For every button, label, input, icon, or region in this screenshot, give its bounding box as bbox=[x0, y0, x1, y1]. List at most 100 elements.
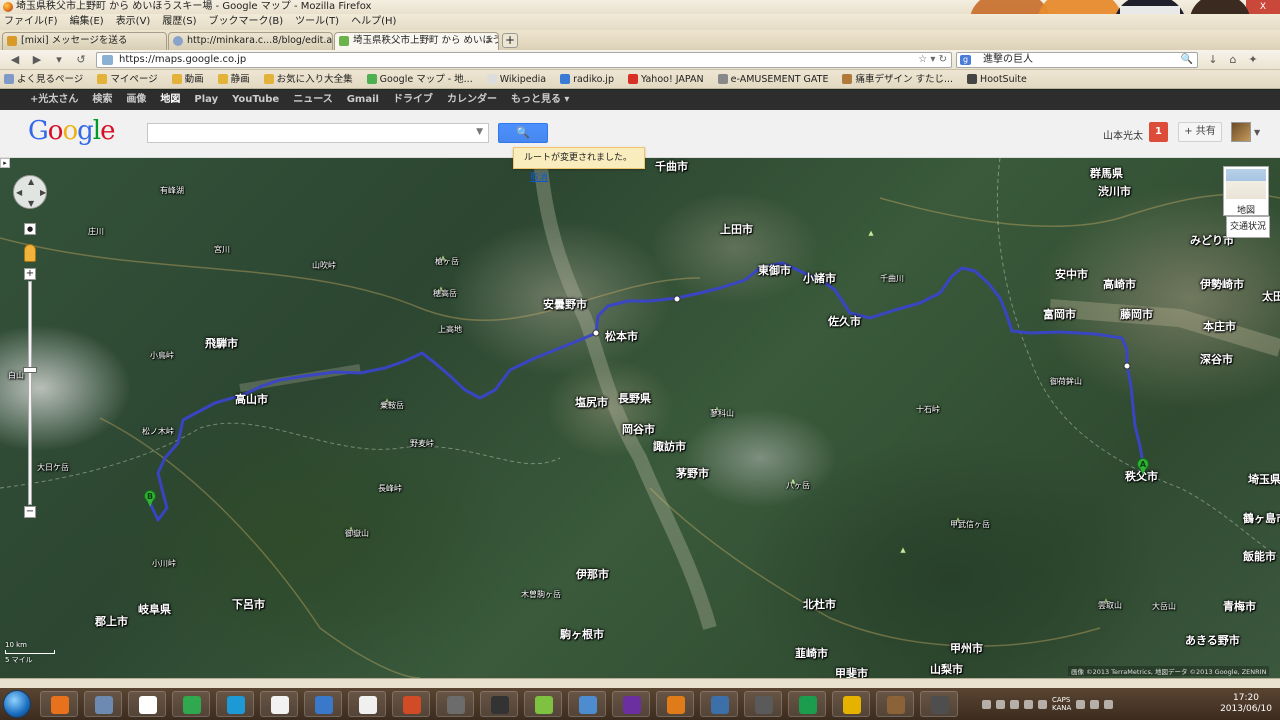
addon-icon[interactable]: ✦ bbox=[1244, 52, 1262, 68]
taskbar-app-button[interactable] bbox=[700, 691, 738, 717]
bookmark-item[interactable]: よく見るページ bbox=[4, 70, 83, 88]
tab-google-maps[interactable]: 埼玉県秩父市上野町 から めいほうス... × bbox=[334, 32, 499, 50]
taskbar-app-button[interactable] bbox=[612, 691, 650, 717]
google-bar-item[interactable]: ドライブ bbox=[393, 90, 433, 110]
taskbar-clock[interactable]: 17:20 2013/06/10 bbox=[1216, 693, 1276, 715]
menu-edit[interactable]: 編集(E) bbox=[70, 14, 104, 30]
bookmark-item[interactable]: Yahoo! JAPAN bbox=[627, 70, 704, 88]
google-bar-item[interactable]: Play bbox=[194, 90, 218, 110]
zoom-slider-thumb[interactable] bbox=[23, 367, 37, 373]
tray-icon[interactable] bbox=[982, 699, 991, 709]
map-canvas[interactable]: 千曲市 群馬県 渋川市 上田市 みどり市 東御市 小諸市 安中市 高崎市 伊勢崎市 安曇野市 佐久市藤… bbox=[0, 158, 1280, 678]
menu-tools[interactable]: ツール(T) bbox=[295, 14, 339, 30]
site-identity-icon[interactable] bbox=[102, 55, 113, 65]
maps-search-button[interactable]: 🔍 bbox=[498, 123, 548, 143]
tray-icon[interactable] bbox=[1024, 699, 1033, 709]
google-logo[interactable]: Google bbox=[28, 116, 115, 146]
tray-icon[interactable] bbox=[996, 699, 1005, 709]
taskbar-app-button[interactable] bbox=[788, 691, 826, 717]
taskbar-app-button[interactable] bbox=[876, 691, 914, 717]
avatar[interactable] bbox=[1231, 122, 1251, 142]
tab-mixi[interactable]: [mixi] メッセージを送る bbox=[2, 32, 167, 50]
tray-icon[interactable] bbox=[1010, 699, 1019, 709]
bookmark-item[interactable]: Wikipedia bbox=[486, 70, 546, 88]
taskbar-app-button[interactable] bbox=[40, 691, 78, 717]
search-icon[interactable]: 🔍 bbox=[1181, 53, 1193, 67]
bookmark-item[interactable]: radiko.jp bbox=[560, 70, 614, 88]
new-tab-button[interactable]: + bbox=[502, 33, 518, 48]
pan-down-icon[interactable]: ▼ bbox=[28, 199, 34, 208]
collapse-panel-icon[interactable]: ▸ bbox=[0, 158, 10, 168]
maximize-button[interactable]: □ bbox=[1224, 0, 1246, 14]
minimize-button[interactable]: _ bbox=[1202, 0, 1224, 14]
bookmark-item[interactable]: e-AMUSEMENT GATE bbox=[717, 70, 828, 88]
google-bar-item[interactable]: +光太さん bbox=[30, 90, 78, 110]
taskbar-app-button[interactable] bbox=[348, 691, 386, 717]
reset-view-button[interactable]: ● bbox=[24, 223, 36, 235]
route-start-marker[interactable]: A bbox=[1137, 458, 1149, 476]
map-attribution[interactable]: 画像 ©2013 TerraMetrics, 地図データ ©2013 Googl… bbox=[1068, 666, 1270, 676]
pan-control[interactable]: ▲ ▼ ◀ ▶ bbox=[13, 175, 47, 209]
menu-help[interactable]: ヘルプ(H) bbox=[351, 14, 396, 30]
menu-history[interactable]: 履歴(S) bbox=[162, 14, 196, 30]
taskbar-app-button[interactable] bbox=[260, 691, 298, 717]
chevron-down-icon[interactable]: ▼ bbox=[1254, 128, 1260, 137]
map-type-button[interactable]: 地図 bbox=[1223, 166, 1269, 216]
bookmark-item[interactable]: 痛車デザイン すたじ... bbox=[842, 70, 953, 88]
ime-indicator[interactable]: CAPS KANA bbox=[1052, 696, 1071, 712]
google-bar-item[interactable]: 画像 bbox=[126, 90, 146, 110]
tray-icon[interactable] bbox=[1038, 699, 1047, 709]
tab-close-icon[interactable]: × bbox=[486, 33, 494, 49]
search-bar[interactable]: g 進撃の巨人 🔍 bbox=[956, 52, 1198, 68]
start-button[interactable] bbox=[3, 690, 31, 718]
google-bar-item[interactable]: もっと見る ▾ bbox=[511, 90, 570, 110]
taskbar-app-button[interactable] bbox=[84, 691, 122, 717]
home-icon[interactable]: ⌂ bbox=[1224, 52, 1242, 68]
pan-left-icon[interactable]: ◀ bbox=[16, 188, 22, 197]
zoom-out-button[interactable]: − bbox=[24, 506, 36, 518]
bookmark-item[interactable]: お気に入り大全集 bbox=[263, 70, 353, 88]
taskbar-app-button[interactable] bbox=[304, 691, 342, 717]
forward-icon[interactable]: ▶ bbox=[28, 52, 46, 68]
user-name[interactable]: 山本光太 bbox=[1103, 127, 1143, 142]
google-bar-item[interactable]: 地図 bbox=[160, 90, 180, 110]
taskbar-app-button[interactable] bbox=[172, 691, 210, 717]
taskbar-app-button[interactable] bbox=[436, 691, 474, 717]
taskbar-app-button[interactable] bbox=[524, 691, 562, 717]
google-search-engine-icon[interactable]: g bbox=[960, 55, 971, 65]
bookmark-item[interactable]: 動画 bbox=[171, 70, 204, 88]
taskbar-app-button[interactable] bbox=[656, 691, 694, 717]
back-icon[interactable]: ◀ bbox=[6, 52, 24, 68]
history-dropdown-icon[interactable]: ▾ bbox=[50, 52, 68, 68]
zoom-in-button[interactable]: + bbox=[24, 268, 36, 280]
url-bar[interactable]: https://maps.google.co.jp ☆ ▾ ↻ bbox=[96, 52, 952, 68]
taskbar-app-button[interactable] bbox=[480, 691, 518, 717]
route-end-marker[interactable]: B bbox=[144, 490, 156, 508]
battery-icon[interactable] bbox=[1104, 699, 1114, 709]
google-bar-item[interactable]: ニュース bbox=[293, 90, 333, 110]
taskbar-app-button[interactable] bbox=[744, 691, 782, 717]
menu-view[interactable]: 表示(V) bbox=[116, 14, 151, 30]
traffic-button[interactable]: 交通状況 bbox=[1226, 216, 1270, 238]
chevron-down-icon[interactable]: ▼ bbox=[476, 127, 483, 137]
volume-icon[interactable] bbox=[1076, 699, 1086, 709]
menu-bookmarks[interactable]: ブックマーク(B) bbox=[209, 14, 284, 30]
bookmark-item[interactable]: 静画 bbox=[217, 70, 250, 88]
notification-count[interactable]: 1 bbox=[1149, 122, 1168, 142]
taskbar-app-button[interactable] bbox=[216, 691, 254, 717]
google-bar-item[interactable]: 検索 bbox=[92, 90, 112, 110]
bookmark-item[interactable]: HootSuite bbox=[967, 70, 1027, 88]
google-bar-item[interactable]: YouTube bbox=[232, 90, 279, 110]
network-icon[interactable] bbox=[1090, 699, 1100, 709]
taskbar-app-button[interactable] bbox=[128, 691, 166, 717]
bookmark-item[interactable]: Google マップ - 地... bbox=[366, 70, 473, 88]
google-bar-item[interactable]: カレンダー bbox=[447, 90, 497, 110]
tab-minkara[interactable]: http://minkara.c...8/blog/edit.aspx bbox=[168, 32, 333, 50]
bookmark-item[interactable]: マイページ bbox=[97, 70, 158, 88]
taskbar-app-button[interactable] bbox=[392, 691, 430, 717]
google-bar-item[interactable]: Gmail bbox=[347, 90, 379, 110]
taskbar-app-button[interactable] bbox=[920, 691, 958, 717]
undo-link[interactable]: 取消 bbox=[530, 173, 548, 183]
menu-file[interactable]: ファイル(F) bbox=[4, 14, 58, 30]
taskbar-app-button[interactable] bbox=[568, 691, 606, 717]
